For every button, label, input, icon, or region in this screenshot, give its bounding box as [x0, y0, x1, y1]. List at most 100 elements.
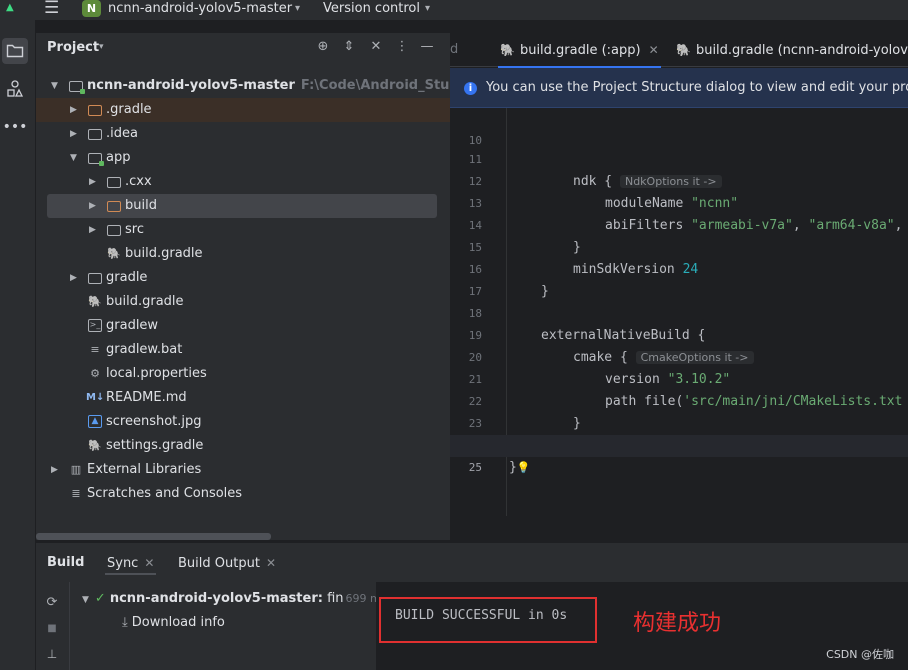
expand-all-icon[interactable]: ⇕: [341, 39, 357, 55]
tree-label: build.gradle: [125, 246, 203, 261]
tree-row-screenshot[interactable]: ▲ screenshot.jpg: [36, 410, 450, 434]
download-info-label: Download info: [131, 615, 225, 630]
tree-row-readme[interactable]: M↓ README.md: [36, 386, 450, 410]
folder-icon: [6, 44, 24, 58]
tree-label: build.gradle: [106, 294, 184, 309]
download-icon: ⤓: [122, 615, 128, 630]
tree-row-build[interactable]: ▶ build: [47, 194, 437, 218]
tab-label: Build Output: [178, 556, 260, 571]
tree-row-gradlew-bat[interactable]: ≡ gradlew.bat: [36, 338, 450, 362]
sync-root-row[interactable]: ▼ ✓ ncnn-android-yolov5-master: fin 699 ms: [82, 587, 386, 611]
tree-label: build: [125, 198, 157, 213]
tree-row-gradlew[interactable]: >_ gradlew: [36, 314, 450, 338]
close-icon[interactable]: ✕: [266, 556, 276, 570]
code-line: 17: [450, 259, 908, 298]
tab-label: d: [450, 42, 459, 57]
folder-icon: [88, 273, 102, 284]
tree-label: External Libraries: [87, 462, 202, 477]
chevron-down-icon[interactable]: ▾: [295, 0, 300, 17]
folder-icon: [107, 225, 121, 236]
tree-label: app: [106, 150, 131, 165]
tree-label: src: [125, 222, 144, 237]
module-folder-icon: [69, 81, 85, 94]
code-line: 14 }: [450, 193, 908, 255]
tree-row-local-properties[interactable]: ⚙ local.properties: [36, 362, 450, 386]
tree-row-cxx[interactable]: ▶ .cxx: [36, 170, 450, 194]
tab-label: build.gradle (:app): [519, 43, 641, 58]
horizontal-scrollbar[interactable]: [36, 533, 271, 540]
tree-row-gradle-dir[interactable]: ▶ .gradle: [36, 98, 450, 122]
tree-row-scratches[interactable]: ≣ Scratches and Consoles: [36, 482, 450, 506]
tree-row-idea[interactable]: ▶ .idea: [36, 122, 450, 146]
sync-root-label: ncnn-android-yolov5-master:: [109, 591, 323, 606]
banner-text[interactable]: You can use the Project Structure dialog…: [486, 80, 908, 95]
collapsed-arrow-icon[interactable]: ▶: [89, 218, 99, 242]
tree-label: gradlew: [106, 318, 159, 333]
tree-row-app-build-gradle[interactable]: 🐘 build.gradle: [36, 242, 450, 266]
library-icon: ▥: [70, 463, 82, 476]
tab-clipped[interactable]: d: [450, 33, 458, 67]
pin-icon[interactable]: ⊥: [43, 645, 61, 663]
collapsed-arrow-icon[interactable]: ▶: [89, 170, 99, 194]
tree-row-build-gradle[interactable]: 🐘 build.gradle: [36, 290, 450, 314]
project-selector[interactable]: ncnn-android-yolov5-master: [108, 0, 292, 17]
tree-row-src[interactable]: ▶ src: [36, 218, 450, 242]
expanded-arrow-icon[interactable]: ▼: [82, 595, 89, 605]
expanded-arrow-icon[interactable]: ▼: [51, 74, 61, 98]
project-tool-button[interactable]: [2, 38, 28, 64]
line-number: 25: [468, 461, 482, 474]
locate-icon[interactable]: ⊕: [315, 39, 331, 55]
version-control-menu[interactable]: Version control: [323, 0, 420, 17]
build-toolbar: ⟳ ■ ⊥: [36, 582, 70, 670]
sync-icon[interactable]: ⟳: [43, 594, 61, 612]
tree-row-root[interactable]: ▼ ncnn-android-yolov5-master F:\Code\Andr…: [36, 74, 508, 98]
close-icon[interactable]: ✕: [649, 43, 659, 57]
resource-manager-button[interactable]: [2, 76, 28, 102]
lightbulb-icon[interactable]: 💡: [517, 461, 531, 474]
stop-icon[interactable]: ■: [43, 620, 61, 638]
tab-sync[interactable]: Sync ✕: [105, 553, 157, 575]
main-menu-icon[interactable]: ☰: [44, 0, 62, 17]
project-badge[interactable]: N: [82, 0, 101, 17]
sync-root-suffix: fin: [327, 591, 344, 606]
info-banner: i You can use the Project Structure dial…: [450, 68, 908, 108]
gradle-icon: 🐘: [88, 439, 102, 452]
collapse-all-icon[interactable]: ✕: [368, 39, 384, 55]
collapsed-arrow-icon[interactable]: ▶: [51, 458, 61, 482]
options-icon[interactable]: ⋮: [394, 39, 410, 55]
terminal-file-icon: >_: [88, 319, 102, 332]
shapes-icon: [7, 80, 24, 97]
tab-root-build-gradle[interactable]: 🐘 build.gradle (ncnn-android-yolov5: [676, 33, 908, 67]
tab-build-output[interactable]: Build Output ✕: [178, 553, 276, 575]
collapsed-arrow-icon[interactable]: ▶: [70, 98, 80, 122]
code-line: 19 cmake { CmakeOptions it ->: [450, 303, 908, 365]
android-logo-icon: ▲: [6, 2, 14, 13]
tab-app-build-gradle[interactable]: 🐘 build.gradle (:app) ✕: [498, 33, 661, 68]
build-console[interactable]: BUILD SUCCESSFUL in 0s 构建成功 CSDN @佐咖: [376, 582, 908, 670]
code-editor[interactable]: 10 11 ndk { NdkOptions it -> 12 moduleNa…: [450, 108, 908, 516]
tab-label: Sync: [107, 556, 139, 571]
tree-row-app[interactable]: ▼ app: [36, 146, 450, 170]
collapsed-arrow-icon[interactable]: ▶: [70, 266, 80, 290]
title-bar: ▲ ☰ N ncnn-android-yolov5-master ▾ Versi…: [0, 0, 908, 20]
panel-title[interactable]: Project: [47, 40, 99, 55]
tree-row-gradle[interactable]: ▶ gradle: [36, 266, 450, 290]
close-icon[interactable]: ✕: [144, 556, 154, 570]
tree-row-settings-gradle[interactable]: 🐘 settings.gradle: [36, 434, 450, 458]
folder-icon: [88, 129, 102, 140]
chevron-down-icon[interactable]: ▾: [99, 42, 104, 52]
tree-label: README.md: [106, 390, 187, 405]
collapsed-arrow-icon[interactable]: ▶: [70, 122, 80, 146]
more-tools-button[interactable]: •••: [2, 114, 28, 140]
text-file-icon: ≡: [90, 343, 100, 356]
collapsed-arrow-icon[interactable]: ▶: [89, 194, 99, 218]
tab-build[interactable]: Build: [47, 553, 84, 575]
chevron-down-icon[interactable]: ▾: [425, 0, 430, 17]
check-icon: ✓: [94, 591, 106, 606]
expanded-arrow-icon[interactable]: ▼: [70, 146, 80, 170]
code-line: 15 minSdkVersion 24: [450, 215, 908, 277]
tree-row-external-libraries[interactable]: ▶ ▥ External Libraries: [36, 458, 450, 482]
folder-icon: [107, 177, 121, 188]
download-info-row[interactable]: ⤓ Download info: [122, 611, 225, 635]
hide-panel-icon[interactable]: —: [419, 39, 435, 55]
